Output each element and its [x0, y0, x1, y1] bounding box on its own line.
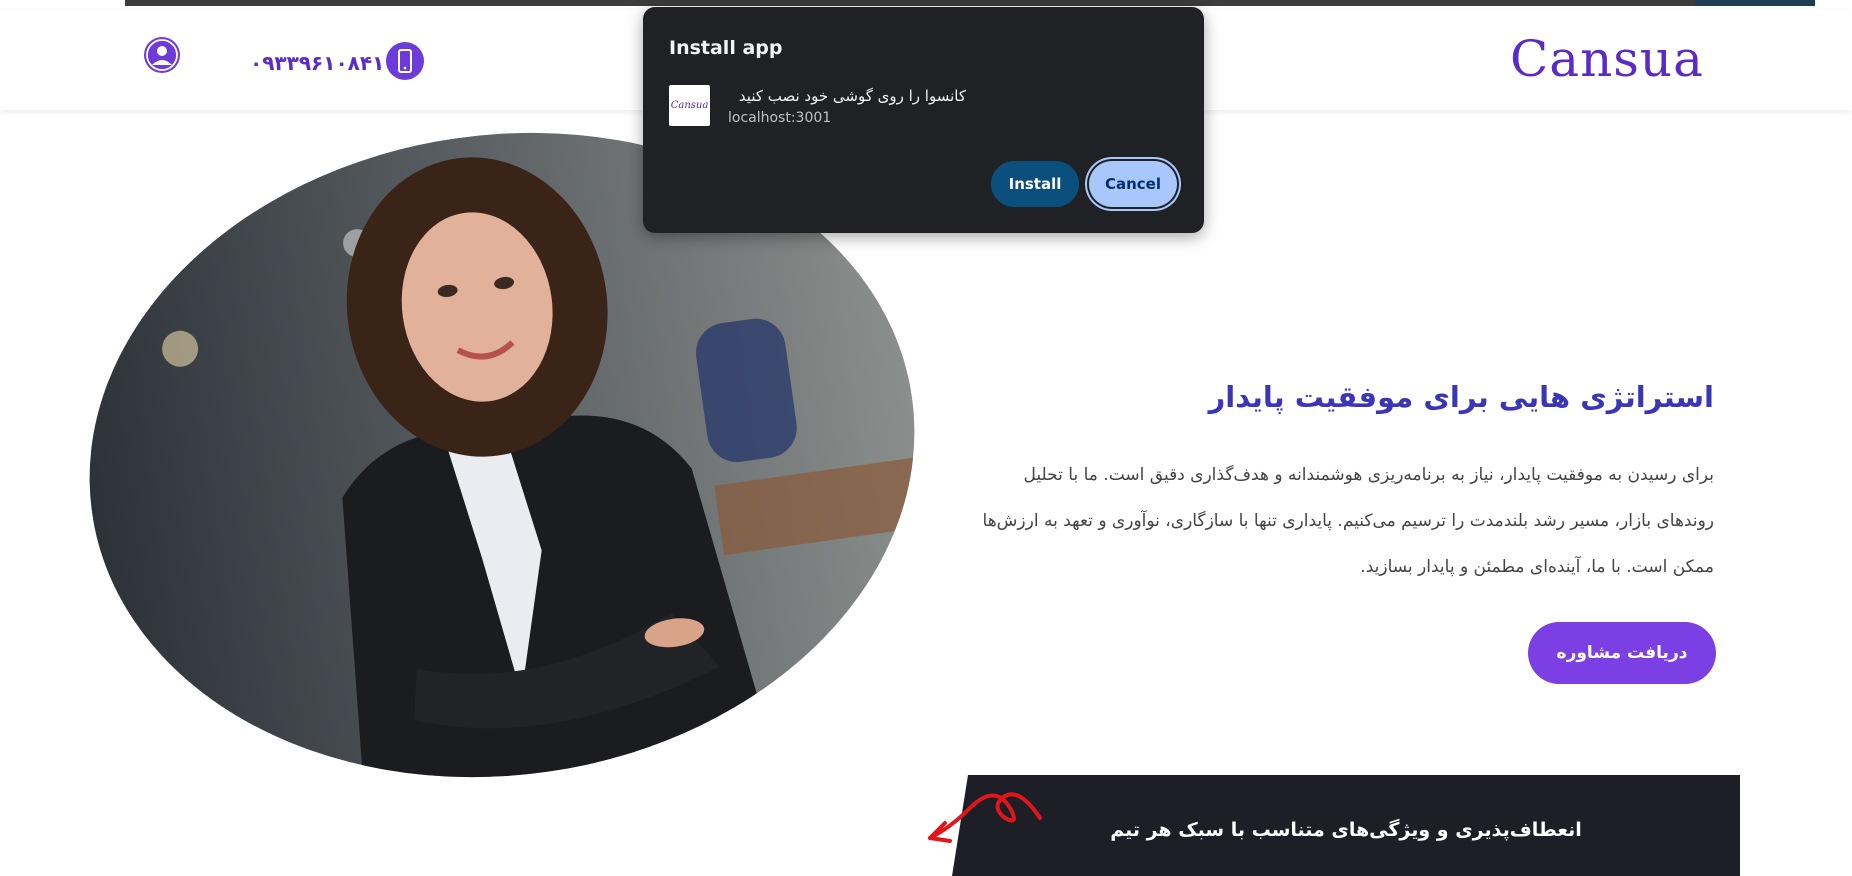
feature-text: انعطاف‌پذیری و ویژگی‌های متناسب با سبک ه…: [1110, 819, 1582, 841]
hero-text-block: استراتژی هایی برای موفقیت پایدار برای رس…: [934, 380, 1714, 590]
top-bar: [125, 0, 1815, 6]
app-name: کانسوا را روی گوشی خود نصب کنید: [738, 87, 966, 105]
consultation-button[interactable]: دریافت مشاوره: [1528, 622, 1716, 684]
site-logo[interactable]: Cansua: [1510, 30, 1704, 88]
user-icon[interactable]: [144, 37, 180, 73]
phone-number[interactable]: ۰۹۳۳۹۶۱۰۸۴۱: [250, 51, 384, 75]
top-bar-accent: [1695, 0, 1815, 6]
mobile-phone-icon: [386, 42, 424, 80]
hero-body-line: ممکن است. با ما، آینده‌ای مطمئن و پایدار…: [1360, 557, 1714, 577]
install-app-dialog: Install app Cansua کانسوا را روی گوشی خو…: [643, 7, 1204, 233]
install-button[interactable]: Install: [991, 161, 1079, 207]
hero-body: برای رسیدن به موفقیت پایدار، نیاز به برن…: [934, 452, 1714, 590]
app-icon-text: Cansua: [670, 100, 709, 111]
dialog-title: Install app: [669, 37, 783, 59]
hero-body-line: روندهای بازار، مسیر رشد بلندمدت را ترسیم…: [982, 511, 1714, 531]
arrow-scribble-icon: [928, 792, 1042, 843]
feature-band: انعطاف‌پذیری و ویژگی‌های متناسب با سبک ه…: [952, 775, 1740, 876]
hero-body-line: برای رسیدن به موفقیت پایدار، نیاز به برن…: [1023, 465, 1714, 485]
cancel-button[interactable]: Cancel: [1089, 161, 1177, 207]
app-url: localhost:3001: [728, 110, 832, 126]
app-icon: Cansua: [669, 85, 710, 126]
hero-title: استراتژی هایی برای موفقیت پایدار: [1208, 380, 1714, 414]
